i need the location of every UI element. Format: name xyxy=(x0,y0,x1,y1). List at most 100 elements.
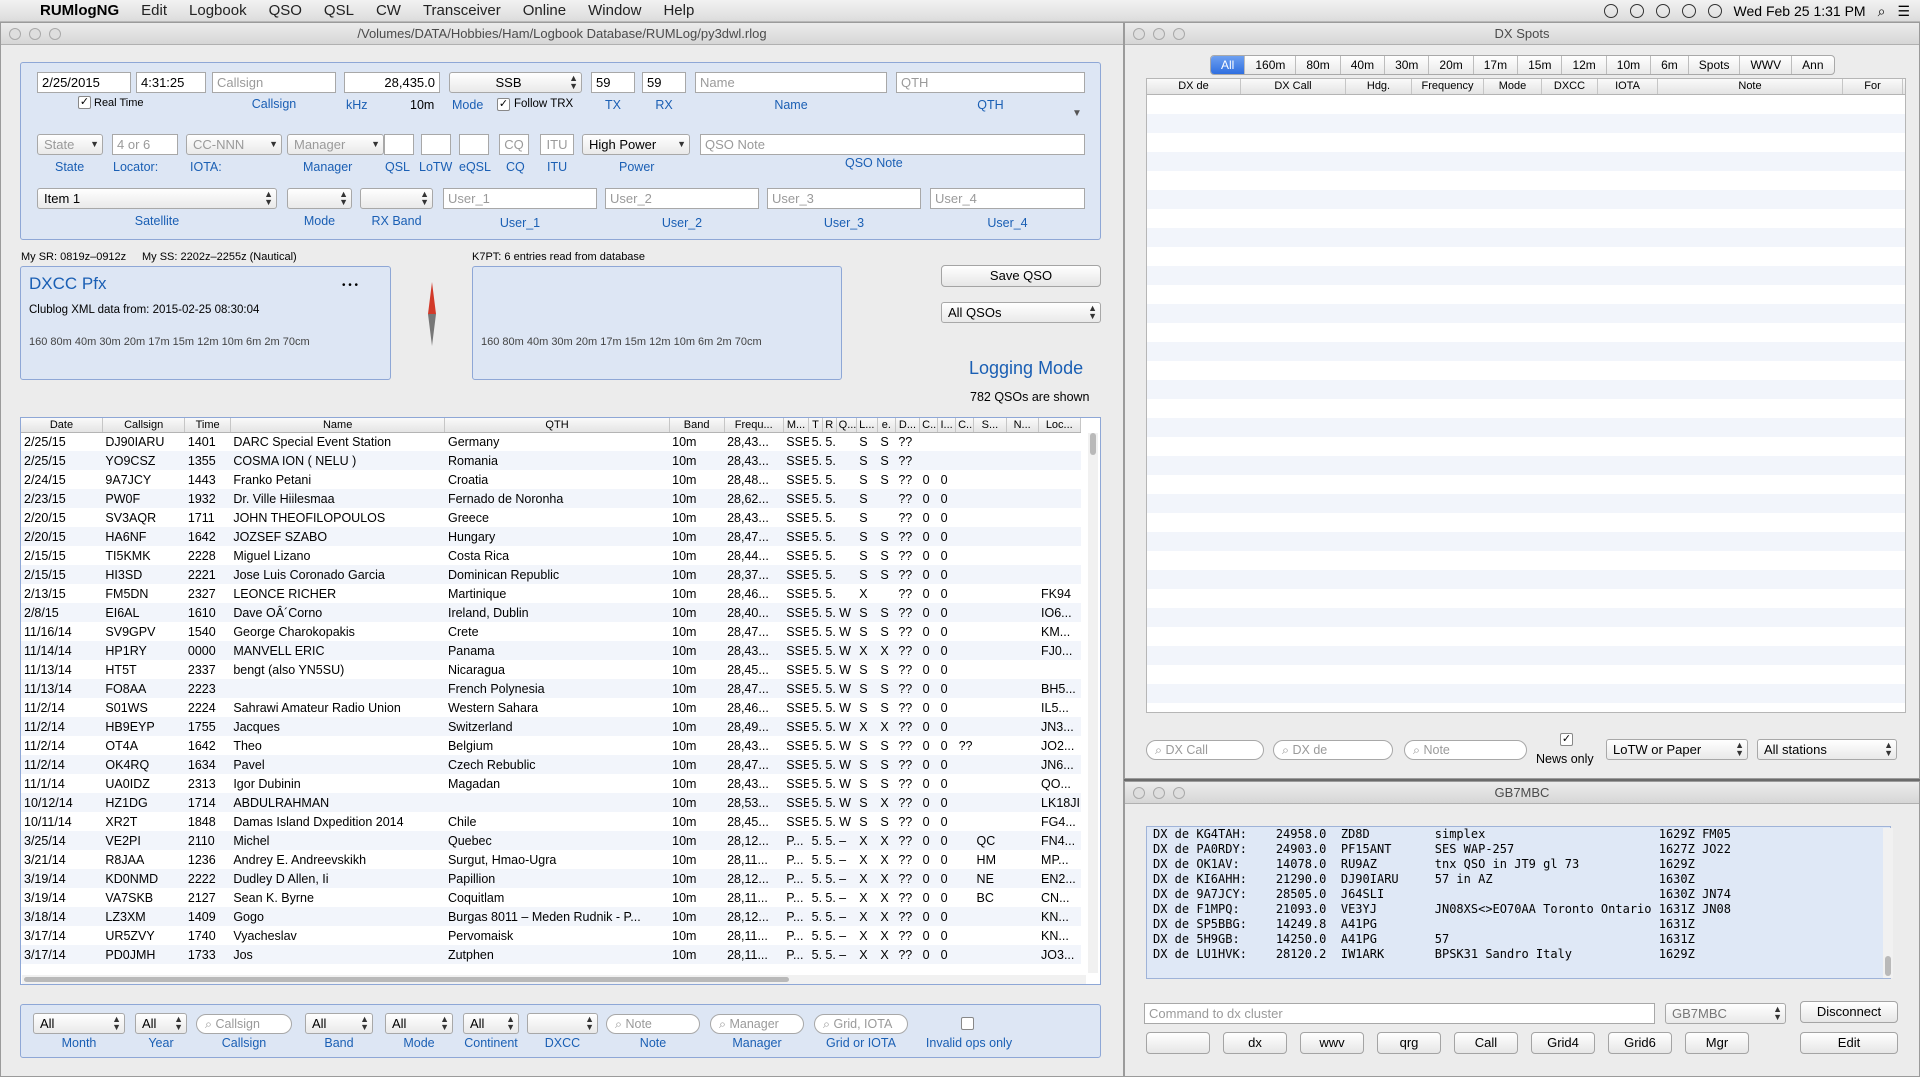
close-icon[interactable] xyxy=(1133,787,1145,799)
spots-column-header[interactable]: For xyxy=(1843,79,1903,94)
cluster-spot-line[interactable]: DX de 9A7JCY: 28505.0 J64SLI 1630Z JN74 xyxy=(1153,887,1884,902)
mode-filter-select[interactable]: All ▲ ▼ xyxy=(385,1013,453,1034)
status-icon[interactable] xyxy=(1603,4,1618,18)
menu-qsl[interactable]: QSL xyxy=(324,2,354,19)
cluster-call-button[interactable]: Call xyxy=(1454,1032,1518,1054)
itu-zone-input[interactable]: ITU xyxy=(540,134,574,155)
time-field[interactable]: 4:31:25 xyxy=(136,72,206,93)
cluster-grid4-button[interactable]: Grid4 xyxy=(1531,1032,1595,1054)
tab-band[interactable]: 30m xyxy=(1385,56,1430,74)
close-icon[interactable] xyxy=(1133,28,1145,40)
frequency-field[interactable]: 28,435.0 xyxy=(344,72,440,93)
expand-triangle-icon[interactable]: ▼ xyxy=(1072,108,1082,119)
qsl-field[interactable] xyxy=(384,134,414,155)
tab-band[interactable]: All xyxy=(1211,56,1246,74)
cluster-edit-button[interactable]: Edit xyxy=(1800,1032,1898,1054)
tab-band[interactable]: 17m xyxy=(1474,56,1519,74)
callsign-input[interactable]: Callsign xyxy=(212,72,336,93)
spots-column-header[interactable]: IOTA xyxy=(1598,79,1658,94)
table-row[interactable]: 2/25/15 YO9CSZ 1355 COSMA ION ( NELU ) Roman… xyxy=(21,451,1081,470)
tab-band[interactable]: 80m xyxy=(1296,56,1341,74)
cluster-grid6-button[interactable]: Grid6 xyxy=(1608,1032,1672,1054)
state-select[interactable]: State ▼ xyxy=(37,134,103,155)
save-qso-button[interactable]: Save QSO xyxy=(941,265,1101,287)
cluster-spot-line[interactable]: DX de F1MPQ: 21093.0 VE3YJ JN08XS<>EO70A… xyxy=(1153,902,1884,917)
tab-band[interactable]: Ann xyxy=(1792,56,1833,74)
eqsl-field[interactable] xyxy=(459,134,489,155)
column-header[interactable]: M... xyxy=(783,418,810,433)
disconnect-button[interactable]: Disconnect xyxy=(1800,1001,1898,1023)
minimize-icon[interactable] xyxy=(1153,28,1165,40)
name-input[interactable]: Name xyxy=(695,72,887,93)
cluster-scrollbar[interactable] xyxy=(1883,828,1893,978)
table-row[interactable]: 2/15/15 HI3SD 2221 Jose Luis Coronado Garci… xyxy=(21,565,1081,584)
table-row[interactable]: 2/15/15 TI5KMK 2228 Miguel Lizano Costa Rica… xyxy=(21,546,1081,565)
column-header[interactable]: Name xyxy=(230,418,446,433)
tab-band[interactable]: 40m xyxy=(1341,56,1386,74)
column-header[interactable]: Q... xyxy=(836,418,857,433)
column-header[interactable]: D... xyxy=(895,418,921,433)
user-2-input[interactable]: User_2 xyxy=(605,188,759,209)
column-header[interactable]: Loc... xyxy=(1038,418,1082,433)
table-row[interactable]: 10/11/14 XR2T 1848 Damas Island Dxpedition … xyxy=(21,812,1081,831)
menu-window[interactable]: Window xyxy=(588,2,641,19)
menu-qso[interactable]: QSO xyxy=(269,2,302,19)
year-filter-select[interactable]: All ▲ ▼ xyxy=(135,1013,187,1034)
lotw-paper-select[interactable]: LoTW or Paper ▲ ▼ xyxy=(1606,739,1748,760)
cluster-wwv-button[interactable]: wwv xyxy=(1300,1032,1364,1054)
menu-edit[interactable]: Edit xyxy=(141,2,167,19)
cluster-spot-line[interactable]: DX de KI6AHH: 21290.0 DJ90IARU 57 in AZ … xyxy=(1153,872,1884,887)
zoom-icon[interactable] xyxy=(1173,787,1185,799)
qso-filter-select[interactable]: All QSOs ▲ ▼ xyxy=(941,302,1101,323)
zoom-icon[interactable] xyxy=(1173,28,1185,40)
mode-select[interactable]: SSB ▲ ▼ xyxy=(449,72,582,93)
menu-cw[interactable]: CW xyxy=(376,2,401,19)
search-icon[interactable]: ⌕ xyxy=(1878,3,1886,20)
bluetooth-icon[interactable] xyxy=(1655,4,1670,18)
manager-filter-search[interactable]: ⌕ Manager xyxy=(710,1014,804,1034)
column-header[interactable]: Date xyxy=(21,418,103,433)
clock[interactable]: Wed Feb 25 1:31 PM xyxy=(1734,3,1866,19)
spots-column-header[interactable]: Mode xyxy=(1484,79,1542,94)
note-filter-search[interactable]: ⌕ Note xyxy=(606,1014,700,1034)
band-filter-select[interactable]: All ▲ ▼ xyxy=(305,1013,373,1034)
tab-band[interactable]: 15m xyxy=(1518,56,1563,74)
tx-report-field[interactable]: 59 xyxy=(591,72,635,93)
spots-column-header[interactable]: DX Call xyxy=(1241,79,1346,94)
table-row[interactable]: 3/25/14 VE2PI 2110 Michel Quebec 10m 28,12... P… xyxy=(21,831,1081,850)
table-row[interactable]: 11/1/14 UA0IDZ 2313 Igor Dubinin Magadan 10m 2… xyxy=(21,774,1081,793)
column-header[interactable]: Callsign xyxy=(102,418,186,433)
table-row[interactable]: 11/13/14 HT5T 2337 bengt (also YN5SU) Nicara… xyxy=(21,660,1081,679)
note-search[interactable]: ⌕ Note xyxy=(1404,740,1527,760)
tab-band[interactable]: WWV xyxy=(1740,56,1793,74)
user-4-input[interactable]: User_4 xyxy=(930,188,1085,209)
tab-band[interactable]: 6m xyxy=(1651,56,1689,74)
table-row[interactable]: 2/13/15 FM5DN 2327 LEONCE RICHER Martinique 1… xyxy=(21,584,1081,603)
cluster-node-select[interactable]: GB7MBC ▲ ▼ xyxy=(1665,1003,1786,1024)
cluster-spot-line[interactable]: DX de SP5BBG: 14249.8 A41PG 1631Z xyxy=(1153,917,1884,932)
table-vertical-scrollbar[interactable] xyxy=(1088,433,1098,973)
column-header[interactable]: T xyxy=(808,418,823,433)
qth-input[interactable]: QTH xyxy=(896,72,1085,93)
user-1-input[interactable]: User_1 xyxy=(443,188,597,209)
column-header[interactable]: Band xyxy=(669,418,725,433)
qso-note-input[interactable]: QSO Note xyxy=(700,134,1085,155)
volume-icon[interactable] xyxy=(1707,4,1722,18)
table-row[interactable]: 11/2/14 OK4RQ 1634 Pavel Czech Rebublic 10m 28… xyxy=(21,755,1081,774)
app-menu[interactable]: RUMlogNG xyxy=(40,2,119,19)
dx-spots-table[interactable]: DX de DX Call Hdg. Frequency Mode DXCC IOTA Not… xyxy=(1146,78,1906,713)
table-row[interactable]: 11/14/14 HP1RY 0000 MANVELL ERIC Panama 10m 28… xyxy=(21,641,1081,660)
wifi-icon[interactable] xyxy=(1681,4,1696,18)
tab-band[interactable]: 12m xyxy=(1562,56,1607,74)
column-header[interactable]: S... xyxy=(973,418,1007,433)
menu-transceiver[interactable]: Transceiver xyxy=(423,2,501,19)
status-icon[interactable] xyxy=(1629,4,1644,18)
table-row[interactable]: 11/13/14 FO8AA 2223 French Polynesia 10m 28,4… xyxy=(21,679,1081,698)
cluster-spot-line[interactable]: DX de 5H9GB: 14250.0 A41PG 57 1631Z xyxy=(1153,932,1884,947)
column-header[interactable]: Time xyxy=(184,418,231,433)
continent-filter-select[interactable]: All ▲ ▼ xyxy=(463,1013,519,1034)
tab-band[interactable]: 160m xyxy=(1245,56,1297,74)
cluster-output[interactable]: DX de KG4TAH: 24958.0 ZD8D simplex 1629Z… xyxy=(1146,826,1891,979)
grid-filter-search[interactable]: ⌕ Grid, IOTA xyxy=(814,1014,908,1034)
column-header[interactable]: N... xyxy=(1006,418,1039,433)
